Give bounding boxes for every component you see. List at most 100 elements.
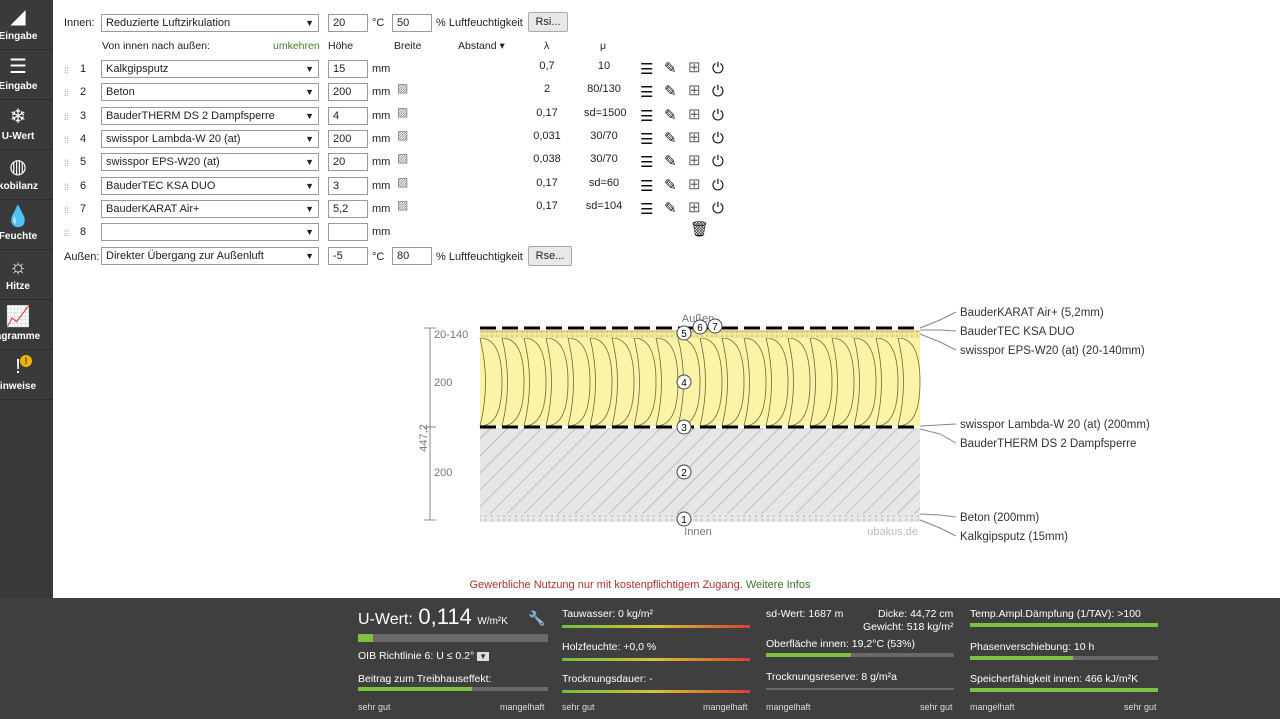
- inhomogeneous-layer-icon[interactable]: ▨: [397, 128, 415, 146]
- drag-handle-icon[interactable]: ⁞⁞: [64, 228, 72, 238]
- layer-height-input[interactable]: 20: [328, 153, 368, 172]
- layer-material-select[interactable]: swisspor EPS-W20 (at) ▼: [101, 153, 319, 172]
- inhomogeneous-layer-icon[interactable]: ▨: [397, 175, 415, 193]
- more-info-link[interactable]: Weitere Infos: [746, 579, 811, 591]
- sidebar-item-2[interactable]: ❄ U-Wert: [0, 100, 53, 150]
- inside-climate-select[interactable]: Reduzierte Luftzirkulation ▼: [101, 14, 319, 32]
- drag-handle-icon[interactable]: ⁞⁞: [64, 112, 72, 122]
- sidebar-item-0[interactable]: ◢ Eingabe: [0, 0, 53, 50]
- power-icon[interactable]: ⏻: [712, 177, 724, 194]
- inhomogeneous-layer-icon[interactable]: ▨: [397, 151, 415, 169]
- greenhouse-label: Beitrag zum Treibhauseffekt:: [358, 673, 492, 685]
- wrench-icon[interactable]: 🔧: [528, 610, 545, 627]
- sidebar-item-1[interactable]: ☰ Eingabe: [0, 50, 53, 100]
- sidebar-item-7[interactable]: ! inweise!: [0, 350, 53, 400]
- power-icon[interactable]: ⏻: [712, 84, 724, 100]
- pencil-icon[interactable]: ✎: [664, 154, 677, 170]
- marker-7: 7: [712, 322, 718, 333]
- layer-height-input[interactable]: 200: [328, 129, 368, 148]
- drag-handle-icon[interactable]: ⁞⁞: [64, 65, 72, 75]
- pencil-icon[interactable]: ✎: [664, 177, 677, 194]
- callout-beton: Beton (200mm): [960, 512, 1039, 524]
- menu-icon[interactable]: ☰: [640, 201, 653, 218]
- speicher-bar: [970, 688, 1158, 692]
- add-layer-icon[interactable]: ⊞: [688, 60, 701, 76]
- outside-climate-value: Direkter Übergang zur Außenluft: [106, 250, 264, 262]
- pencil-icon[interactable]: ✎: [664, 200, 677, 217]
- menu-icon[interactable]: ☰: [640, 178, 653, 195]
- add-layer-icon[interactable]: ⊞: [688, 199, 701, 216]
- drag-handle-icon[interactable]: ⁞⁞: [64, 88, 72, 98]
- power-icon[interactable]: ⏻: [712, 154, 724, 170]
- snow-thermometer-icon: ❄: [9, 106, 27, 128]
- layer-material-select[interactable]: Kalkgipsputz ▼: [101, 60, 319, 78]
- layer-material-select[interactable]: BauderTEC KSA DUO ▼: [101, 176, 319, 195]
- layer-height-input[interactable]: 3: [328, 176, 368, 195]
- layer-lambda: 0,7: [539, 60, 555, 72]
- outside-temp-input[interactable]: -5: [328, 247, 368, 265]
- layer-height-input[interactable]: 200: [328, 83, 368, 102]
- trash-icon[interactable]: 🗑: [690, 222, 709, 238]
- phase-bar: [970, 656, 1158, 660]
- inhomogeneous-layer-icon[interactable]: ▨: [397, 81, 415, 99]
- outside-humidity-input[interactable]: 80: [392, 247, 432, 265]
- pencil-icon[interactable]: ✎: [664, 84, 677, 100]
- sidebar-item-5[interactable]: ☼ Hitze: [0, 250, 53, 300]
- dim-total-label: 447,2: [418, 424, 430, 452]
- layer-height-input[interactable]: [328, 223, 368, 242]
- add-layer-icon[interactable]: ⊞: [688, 83, 701, 99]
- edit-list-icon: ☰: [9, 56, 27, 78]
- commercial-notice: Gewerbliche Nutzung nur mit kostenpflich…: [0, 579, 1280, 591]
- add-layer-icon[interactable]: ⊞: [688, 153, 701, 169]
- inside-temp-input[interactable]: 20: [328, 14, 368, 32]
- drag-handle-icon[interactable]: ⁞⁞: [64, 135, 72, 145]
- sidebar-item-3[interactable]: ◍ kobilanz: [0, 150, 53, 200]
- layer-material-select[interactable]: BauderTHERM DS 2 Dampfsperre ▼: [101, 106, 319, 125]
- add-layer-icon[interactable]: ⊞: [688, 176, 701, 193]
- outside-humidity-label: % Luftfeuchtigkeit: [436, 251, 523, 263]
- menu-icon[interactable]: ☰: [640, 108, 653, 125]
- marker-5: 5: [681, 329, 687, 340]
- layer-material-select[interactable]: swisspor Lambda-W 20 (at) ▼: [101, 129, 319, 148]
- drag-handle-icon[interactable]: ⁞⁞: [64, 205, 72, 215]
- pencil-icon[interactable]: ✎: [664, 130, 677, 147]
- outside-climate-select[interactable]: Direkter Übergang zur Außenluft ▼: [101, 247, 319, 265]
- menu-icon[interactable]: ☰: [640, 85, 653, 101]
- power-icon[interactable]: ⏻: [712, 130, 724, 147]
- power-icon[interactable]: ⏻: [712, 61, 724, 77]
- pencil-icon[interactable]: ✎: [664, 107, 677, 124]
- width-header: Breite: [394, 40, 422, 52]
- uwert-unit: W/m²K: [477, 616, 508, 627]
- layer-material-select[interactable]: BauderKARAT Air+ ▼: [101, 199, 319, 218]
- power-icon[interactable]: ⏻: [712, 107, 724, 124]
- inhomogeneous-layer-icon[interactable]: ▨: [397, 105, 415, 123]
- reverse-link[interactable]: umkehren: [273, 40, 320, 52]
- add-layer-icon[interactable]: ⊞: [688, 129, 701, 146]
- menu-icon[interactable]: ☰: [640, 131, 653, 148]
- layer-material: Kalkgipsputz: [106, 63, 169, 75]
- inside-humidity-input[interactable]: 50: [392, 14, 432, 32]
- menu-icon[interactable]: ☰: [640, 62, 653, 78]
- power-icon[interactable]: ⏻: [712, 200, 724, 217]
- pencil-icon[interactable]: ✎: [664, 61, 677, 77]
- layer-lambda: 0,17: [536, 199, 558, 212]
- drag-handle-icon[interactable]: ⁞⁞: [64, 182, 72, 192]
- menu-icon[interactable]: ☰: [640, 155, 653, 171]
- sidebar-item-4[interactable]: 💧 Feuchte: [0, 200, 53, 250]
- layer-height-input[interactable]: 15: [328, 60, 368, 78]
- drag-handle-icon[interactable]: ⁞⁞: [64, 158, 72, 168]
- sidebar-item-6[interactable]: 📈 agramme: [0, 300, 53, 350]
- inhomogeneous-layer-icon[interactable]: ▨: [397, 198, 415, 216]
- marker-1: 1: [681, 515, 687, 526]
- rse-button[interactable]: Rse...: [528, 246, 572, 266]
- layer-material-select[interactable]: Beton ▼: [101, 83, 319, 102]
- layer-material-select[interactable]: ▼: [101, 223, 319, 242]
- distance-header[interactable]: Abstand ▾: [458, 40, 505, 52]
- trocknungsdauer-bar: [562, 690, 750, 693]
- layer-unit: mm: [372, 109, 391, 122]
- layer-height-input[interactable]: 4: [328, 106, 368, 125]
- layer-height-input[interactable]: 5,2: [328, 199, 368, 218]
- add-layer-icon[interactable]: ⊞: [688, 106, 701, 123]
- chevron-down-icon[interactable]: ▼: [477, 652, 490, 661]
- rsi-button[interactable]: Rsi...: [528, 12, 568, 32]
